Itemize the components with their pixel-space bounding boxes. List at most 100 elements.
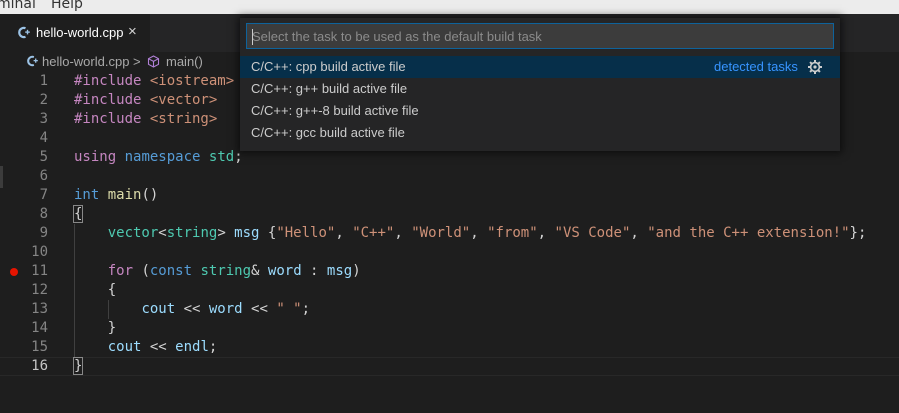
code-token: std <box>208 149 235 165</box>
cpp-file-icon <box>27 55 38 67</box>
gear-icon[interactable] <box>807 59 823 75</box>
code-token: cout <box>141 301 176 317</box>
task-list-item[interactable]: C/C++: gcc build active file <box>240 122 840 144</box>
code-token: , <box>630 225 648 241</box>
code-text: #include <iostream> <box>74 73 234 89</box>
code-line[interactable]: 6 <box>0 167 899 186</box>
code-line[interactable]: 13 cout << word << " "; <box>0 300 899 319</box>
code-token: #include <box>74 111 150 127</box>
code-text: cout << word << " "; <box>74 301 310 317</box>
code-text: vector<string> msg {"Hello", "C++", "Wor… <box>74 225 867 241</box>
code-line[interactable]: 15 cout << endl; <box>0 338 899 357</box>
code-token: << <box>242 301 277 317</box>
line-number: 12 <box>31 282 48 298</box>
code-token: { <box>72 205 84 223</box>
task-list-item[interactable]: C/C++: g++ build active file <box>240 78 840 100</box>
code-text: #include <vector> <box>74 92 217 108</box>
task-list-item[interactable]: C/C++: g++-8 build active file <box>240 100 840 122</box>
line-number: 5 <box>39 149 48 165</box>
line-number: 13 <box>31 301 48 317</box>
code-line[interactable]: 10 <box>0 243 899 262</box>
method-cube-icon <box>147 55 160 68</box>
code-token: < <box>158 225 167 241</box>
code-text: using namespace std; <box>74 149 243 165</box>
code-token: <vector> <box>149 92 218 108</box>
task-label: C/C++: cpp build active file <box>251 59 406 74</box>
code-token: int <box>74 187 100 203</box>
code-token: for <box>107 263 134 279</box>
code-text: { <box>72 205 84 223</box>
text-cursor <box>252 29 253 45</box>
tab-hello-world-cpp[interactable]: hello-world.cpp × <box>0 14 150 52</box>
code-token: <string> <box>149 111 218 127</box>
breadcrumb-file[interactable]: hello-world.cpp <box>42 54 129 69</box>
code-token: : <box>301 263 327 279</box>
code-text: } <box>74 320 116 336</box>
code-token: > <box>217 225 235 241</box>
code-text: int main() <box>74 187 158 203</box>
cpp-file-icon <box>18 26 30 39</box>
menu-terminal[interactable]: minal <box>0 0 36 12</box>
code-token: ; <box>301 301 311 317</box>
task-label: C/C++: g++ build active file <box>251 81 408 96</box>
code-token: #include <box>74 73 150 89</box>
chevron-right-icon: > <box>133 54 141 69</box>
task-label: C/C++: g++-8 build active file <box>251 103 419 118</box>
task-label: C/C++: gcc build active file <box>251 125 405 140</box>
code-token: } <box>72 357 84 375</box>
code-token: { <box>259 225 277 241</box>
code-text: for (const string& word : msg) <box>74 263 361 279</box>
menu-help[interactable]: Help <box>51 0 83 12</box>
line-number: 7 <box>39 187 48 203</box>
code-text: #include <string> <box>74 111 217 127</box>
code-token: ; <box>234 149 243 165</box>
line-number: 6 <box>39 168 48 184</box>
code-line[interactable]: 11 for (const string& word : msg) <box>0 262 899 281</box>
code-token: endl <box>175 339 209 355</box>
code-line[interactable]: 16} <box>0 357 899 376</box>
code-token: , <box>537 225 555 241</box>
line-number: 11 <box>31 263 48 279</box>
code-line[interactable]: 8{ <box>0 205 899 224</box>
code-line[interactable]: 9 vector<string> msg {"Hello", "C++", "W… <box>0 224 899 243</box>
line-number: 1 <box>39 73 48 89</box>
code-token: << <box>141 339 176 355</box>
task-description: detected tasks <box>714 59 798 74</box>
code-text: cout << endl; <box>74 339 218 355</box>
code-token: #include <box>74 92 150 108</box>
code-token: () <box>141 187 159 203</box>
code-token: ) <box>352 263 361 279</box>
code-token: <iostream> <box>149 73 235 89</box>
line-number: 2 <box>39 92 48 108</box>
code-line[interactable]: 14 } <box>0 319 899 338</box>
code-token: << <box>175 301 209 317</box>
code-line[interactable]: 12 { <box>0 281 899 300</box>
close-icon[interactable]: × <box>128 23 137 40</box>
code-text: } <box>72 357 84 375</box>
code-token: ; <box>208 339 218 355</box>
code-token: , <box>394 225 412 241</box>
code-token: "World" <box>411 225 471 241</box>
code-line[interactable]: 7 int main() <box>0 186 899 205</box>
task-list-item[interactable]: C/C++: cpp build active file detected tas… <box>240 56 840 78</box>
breadcrumb-symbol[interactable]: main() <box>166 54 203 69</box>
code-token: vector <box>107 225 159 241</box>
line-number: 10 <box>31 244 48 260</box>
code-token: }; <box>849 225 867 241</box>
code-token: main <box>107 187 142 203</box>
menu-bar: minal Help <box>0 0 899 14</box>
line-number: 3 <box>39 111 48 127</box>
quick-pick: C/C++: cpp build active file detected tas… <box>240 18 840 151</box>
code-token: "and the C++ extension!" <box>647 225 850 241</box>
code-token: "from" <box>487 225 538 241</box>
line-number: 15 <box>31 339 48 355</box>
task-search-input[interactable] <box>246 23 834 49</box>
code-token: namespace <box>124 149 201 165</box>
code-text: { <box>74 282 116 298</box>
code-token: word <box>208 301 243 317</box>
